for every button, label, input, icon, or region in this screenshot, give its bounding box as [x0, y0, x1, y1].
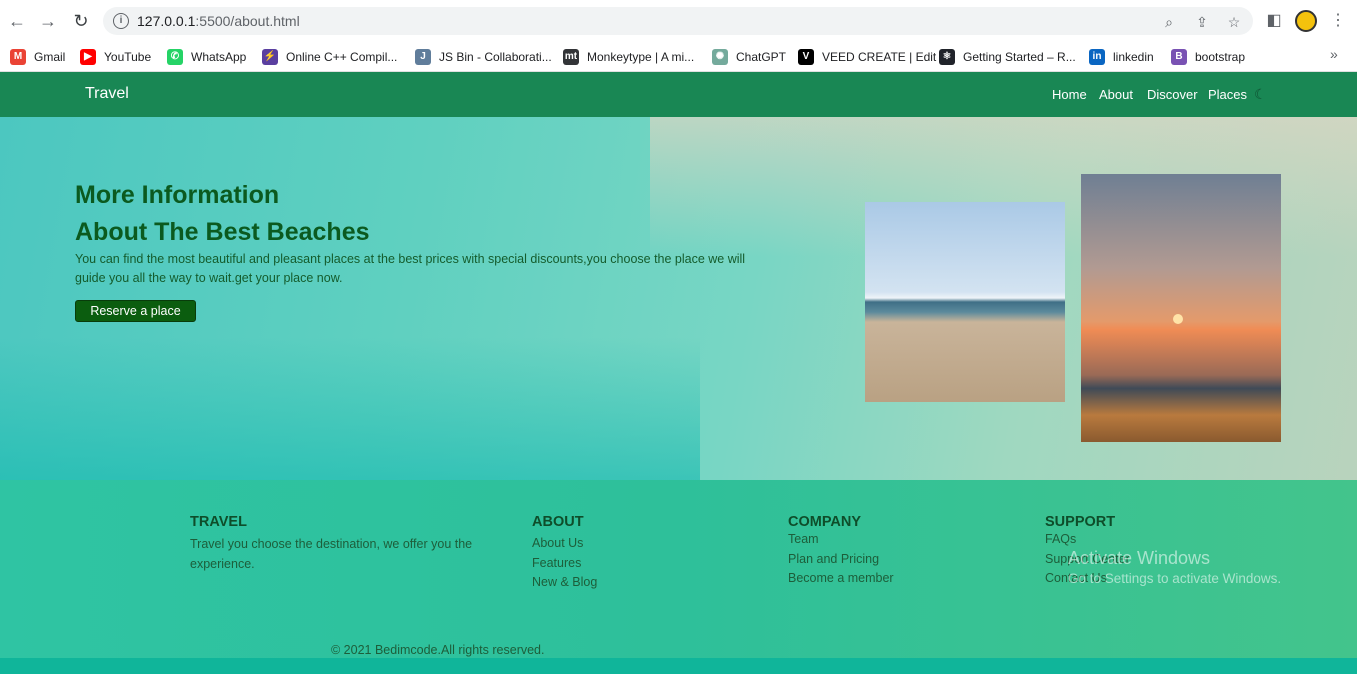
star-icon[interactable]: ☆: [1225, 13, 1243, 31]
nav-link-home[interactable]: Home: [1052, 87, 1087, 102]
bookmark-getting-started-r[interactable]: ⚛ Getting Started – R...: [939, 46, 1076, 68]
veed-icon: V: [798, 49, 814, 65]
bootstrap-icon: B: [1171, 49, 1187, 65]
share-icon[interactable]: ⇪: [1193, 13, 1211, 31]
bookmark-label: Getting Started – R...: [963, 50, 1076, 64]
nav-link-places[interactable]: Places: [1208, 87, 1247, 102]
bookmark-label: WhatsApp: [191, 50, 247, 64]
bookmark-label: Monkeytype | A mi...: [587, 50, 695, 64]
footer-link-new-blog[interactable]: New & Blog: [532, 573, 597, 593]
footer-heading-support: SUPPORT: [1045, 514, 1116, 530]
footer-col-travel: TRAVEL Travel you choose the destination…: [190, 514, 490, 574]
nav-link-about[interactable]: About: [1099, 87, 1133, 102]
watermark-subtitle: Go to Settings to activate Windows.: [1068, 571, 1282, 586]
hero-section: More Information About The Best Beaches …: [0, 117, 1357, 480]
bookmark-bootstrap[interactable]: Bbootstrap: [1171, 46, 1245, 68]
bookmark-label: JS Bin - Collaborati...: [439, 50, 552, 64]
profile-avatar[interactable]: [1295, 10, 1317, 32]
youtube-icon: ▶: [80, 49, 96, 65]
whatsapp-icon: ✆: [167, 49, 183, 65]
reload-icon[interactable]: ↻: [70, 10, 92, 32]
linkedin-icon: in: [1089, 49, 1105, 65]
url-text[interactable]: 127.0.0.1:5500/about.html: [137, 13, 300, 29]
bookmark-label: bootstrap: [1195, 50, 1246, 64]
theme-toggle-moon-icon[interactable]: ☾: [1254, 86, 1267, 103]
bottom-strip: [0, 658, 1357, 674]
address-bar[interactable]: i 127.0.0.1:5500/about.html ⌕ ⇪ ☆: [103, 7, 1253, 35]
browser-toolbar: ← → ↻ i 127.0.0.1:5500/about.html ⌕ ⇪ ☆ …: [0, 0, 1357, 42]
brand-logo[interactable]: Travel: [85, 85, 129, 103]
menu-kebab-icon[interactable]: ⋮: [1327, 10, 1349, 32]
reserve-button[interactable]: Reserve a place: [75, 300, 196, 322]
beach-photo: [865, 202, 1065, 402]
footer-link-faqs[interactable]: FAQs: [1045, 530, 1130, 550]
nav-link-discover[interactable]: Discover: [1147, 87, 1198, 102]
sun-shape: [1173, 314, 1183, 324]
bookmark-veed-create-edit[interactable]: V VEED CREATE | Edit: [798, 46, 936, 68]
sunset-photo: [1081, 174, 1281, 442]
side-panel-icon[interactable]: ◧: [1263, 10, 1285, 32]
bookmark-linkedin[interactable]: in linkedin: [1089, 46, 1154, 68]
monkeytype-icon: mt: [563, 49, 579, 65]
hero-description: You can find the most beautiful and plea…: [75, 252, 746, 285]
bookmark-js-bin-collaborati[interactable]: J JS Bin - Collaborati...: [415, 46, 552, 68]
footer-link-about-us[interactable]: About Us: [532, 534, 597, 554]
react-icon: ⚛: [939, 49, 955, 65]
footer-heading-company: COMPANY: [788, 514, 862, 530]
gmail-icon: M: [10, 49, 26, 65]
watermark-title: Activate Windows: [1068, 548, 1211, 568]
bookmarks-bar: M Gmail ▶ YouTube ✆ WhatsApp ⚡ Online C++ Compi…: [0, 42, 1357, 72]
site-navbar: Travel Home About Discover Places ☾: [0, 72, 1357, 117]
footer-heading-about: ABOUT: [532, 514, 584, 530]
bookmark-gmail[interactable]: M Gmail: [10, 46, 65, 68]
footer-link-features[interactable]: Features: [532, 554, 597, 574]
bookmark-whatsapp[interactable]: ✆ WhatsApp: [167, 46, 246, 68]
footer-link-team[interactable]: Team: [788, 530, 894, 550]
bookmark-label: YouTube: [104, 50, 152, 64]
footer-travel-text: Travel you choose the destination, we of…: [190, 537, 473, 571]
forward-arrow-icon[interactable]: →: [37, 10, 59, 32]
footer-col-about: ABOUT About Us Features New & Blog: [532, 514, 597, 593]
windows-activation-watermark: Activate Windows Go to Settings to activ…: [1068, 548, 1281, 586]
bookmark-chatgpt[interactable]: ✺ ChatGPT: [712, 46, 786, 68]
bookmarks-overflow-icon[interactable]: »: [1330, 46, 1338, 62]
zoom-icon[interactable]: ⌕: [1160, 13, 1178, 31]
bookmark-youtube[interactable]: ▶ YouTube: [80, 46, 151, 68]
bolt-icon: ⚡: [262, 49, 278, 65]
footer-link-plan-pricing[interactable]: Plan and Pricing: [788, 550, 894, 570]
footer-link-become-member[interactable]: Become a member: [788, 569, 894, 589]
info-icon[interactable]: i: [113, 13, 129, 29]
footer-heading-travel: TRAVEL: [190, 514, 247, 530]
chatgpt-icon: ✺: [712, 49, 728, 65]
copyright-text: © 2021 Bedimcode.All rights reserved.: [331, 643, 545, 657]
bookmark-label: Gmail: [34, 50, 66, 64]
bookmark-label: Online C++ Compil...: [286, 50, 398, 64]
hero-title: More Information About The Best Beaches: [75, 181, 370, 246]
bookmark-label: linkedin: [1113, 50, 1154, 64]
bookmark-online-c-compil[interactable]: ⚡ Online C++ Compil...: [262, 46, 397, 68]
bookmark-monkeytype-a-mi[interactable]: mt Monkeytype | A mi...: [563, 46, 694, 68]
bookmark-label: ChatGPT: [736, 50, 787, 64]
bookmark-label: VEED CREATE | Edit: [822, 50, 937, 64]
footer-col-company: COMPANY Team Plan and Pricing Become a m…: [788, 514, 894, 589]
back-arrow-icon[interactable]: ←: [6, 10, 28, 32]
jsbin-icon: J: [415, 49, 431, 65]
